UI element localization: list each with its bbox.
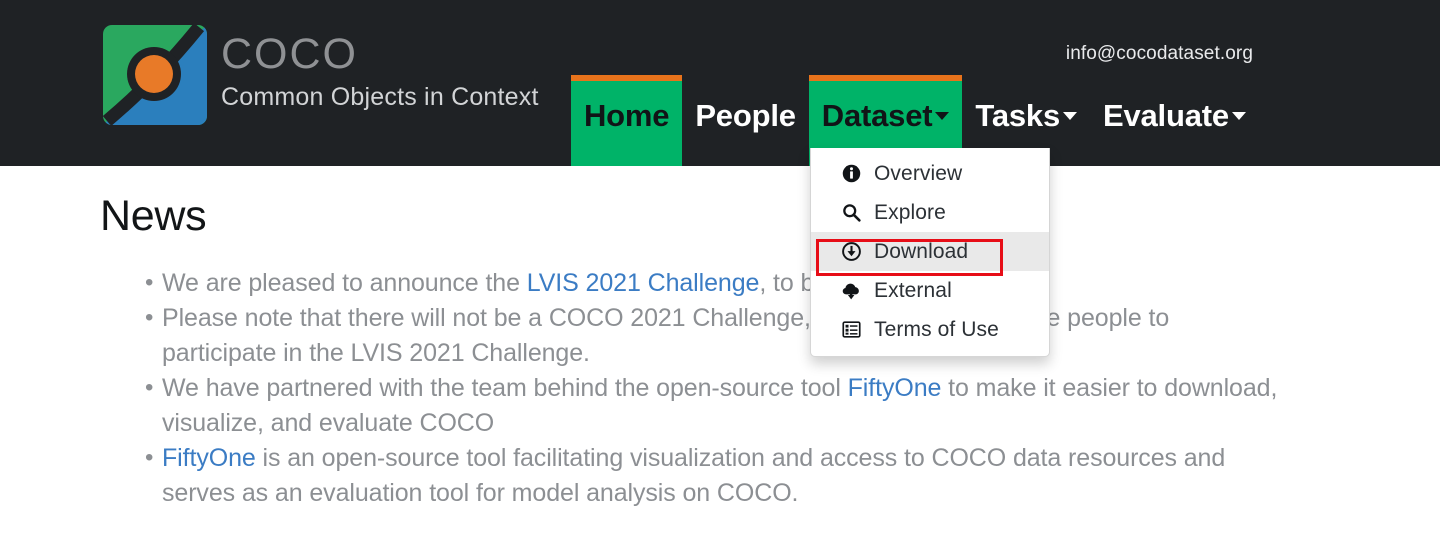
dropdown-item-label: Overview bbox=[874, 161, 963, 185]
list-alt-icon bbox=[839, 319, 863, 340]
news-list-item: We are pleased to announce the LVIS 2021… bbox=[100, 265, 1280, 301]
brand-text: COCO Common Objects in Context bbox=[221, 25, 539, 114]
news-text: We are pleased to announce the bbox=[162, 269, 527, 297]
nav-item-label: Tasks bbox=[975, 98, 1060, 133]
info-circle-icon bbox=[839, 163, 863, 184]
dropdown-item-label: Download bbox=[874, 239, 969, 263]
dataset-dropdown-menu: Overview Explore Download External Terms of … bbox=[810, 148, 1050, 357]
cloud-download-icon bbox=[839, 280, 863, 301]
news-link[interactable]: LVIS 2021 Challenge bbox=[527, 269, 760, 297]
site-header: COCO Common Objects in Context info@coco… bbox=[0, 0, 1440, 166]
chevron-down-icon bbox=[1063, 112, 1077, 121]
dropdown-item-overview[interactable]: Overview bbox=[811, 154, 1049, 193]
nav-item-label: Dataset bbox=[821, 98, 933, 133]
nav-item-home[interactable]: Home bbox=[571, 75, 683, 166]
main-content: News We are pleased to announce the LVIS… bbox=[0, 166, 1440, 511]
dropdown-item-label: External bbox=[874, 278, 952, 302]
news-list-item: We have partnered with the team behind t… bbox=[100, 370, 1280, 441]
dropdown-item-explore[interactable]: Explore bbox=[811, 193, 1049, 232]
news-link[interactable]: FiftyOne bbox=[848, 374, 942, 402]
news-text: We have partnered with the team behind t… bbox=[162, 374, 848, 402]
dropdown-item-label: Explore bbox=[874, 200, 946, 224]
chevron-down-icon bbox=[935, 112, 950, 121]
nav-item-evaluate[interactable]: Evaluate bbox=[1090, 75, 1259, 166]
news-link[interactable]: FiftyOne bbox=[162, 444, 256, 472]
chevron-down-icon bbox=[1231, 112, 1246, 121]
nav-item-people[interactable]: People bbox=[682, 75, 808, 166]
search-icon bbox=[839, 202, 863, 223]
news-list: We are pleased to announce the LVIS 2021… bbox=[100, 265, 1440, 511]
nav-item-label: People bbox=[695, 98, 796, 133]
news-text: is an open-source tool facilitating visu… bbox=[162, 444, 1226, 507]
dropdown-item-label: Terms of Use bbox=[874, 317, 999, 341]
download-circle-icon bbox=[839, 241, 863, 262]
dropdown-item-terms-of-use[interactable]: Terms of Use bbox=[811, 310, 1049, 349]
page-title: News bbox=[100, 192, 207, 240]
dropdown-item-download[interactable]: Download bbox=[811, 232, 1049, 271]
brand-logo-link[interactable]: COCO Common Objects in Context bbox=[103, 25, 539, 125]
dropdown-item-external[interactable]: External bbox=[811, 271, 1049, 310]
news-list-item: FiftyOne is an open-source tool facilita… bbox=[100, 440, 1280, 511]
coco-logo-icon bbox=[103, 25, 207, 125]
brand-subtitle: Common Objects in Context bbox=[221, 83, 539, 111]
brand-title: COCO bbox=[221, 30, 358, 78]
nav-item-label: Evaluate bbox=[1103, 98, 1229, 133]
news-list-item: Please note that there will not be a COC… bbox=[100, 300, 1280, 371]
contact-email[interactable]: info@cocodataset.org bbox=[1066, 43, 1253, 65]
nav-item-label: Home bbox=[584, 98, 670, 133]
